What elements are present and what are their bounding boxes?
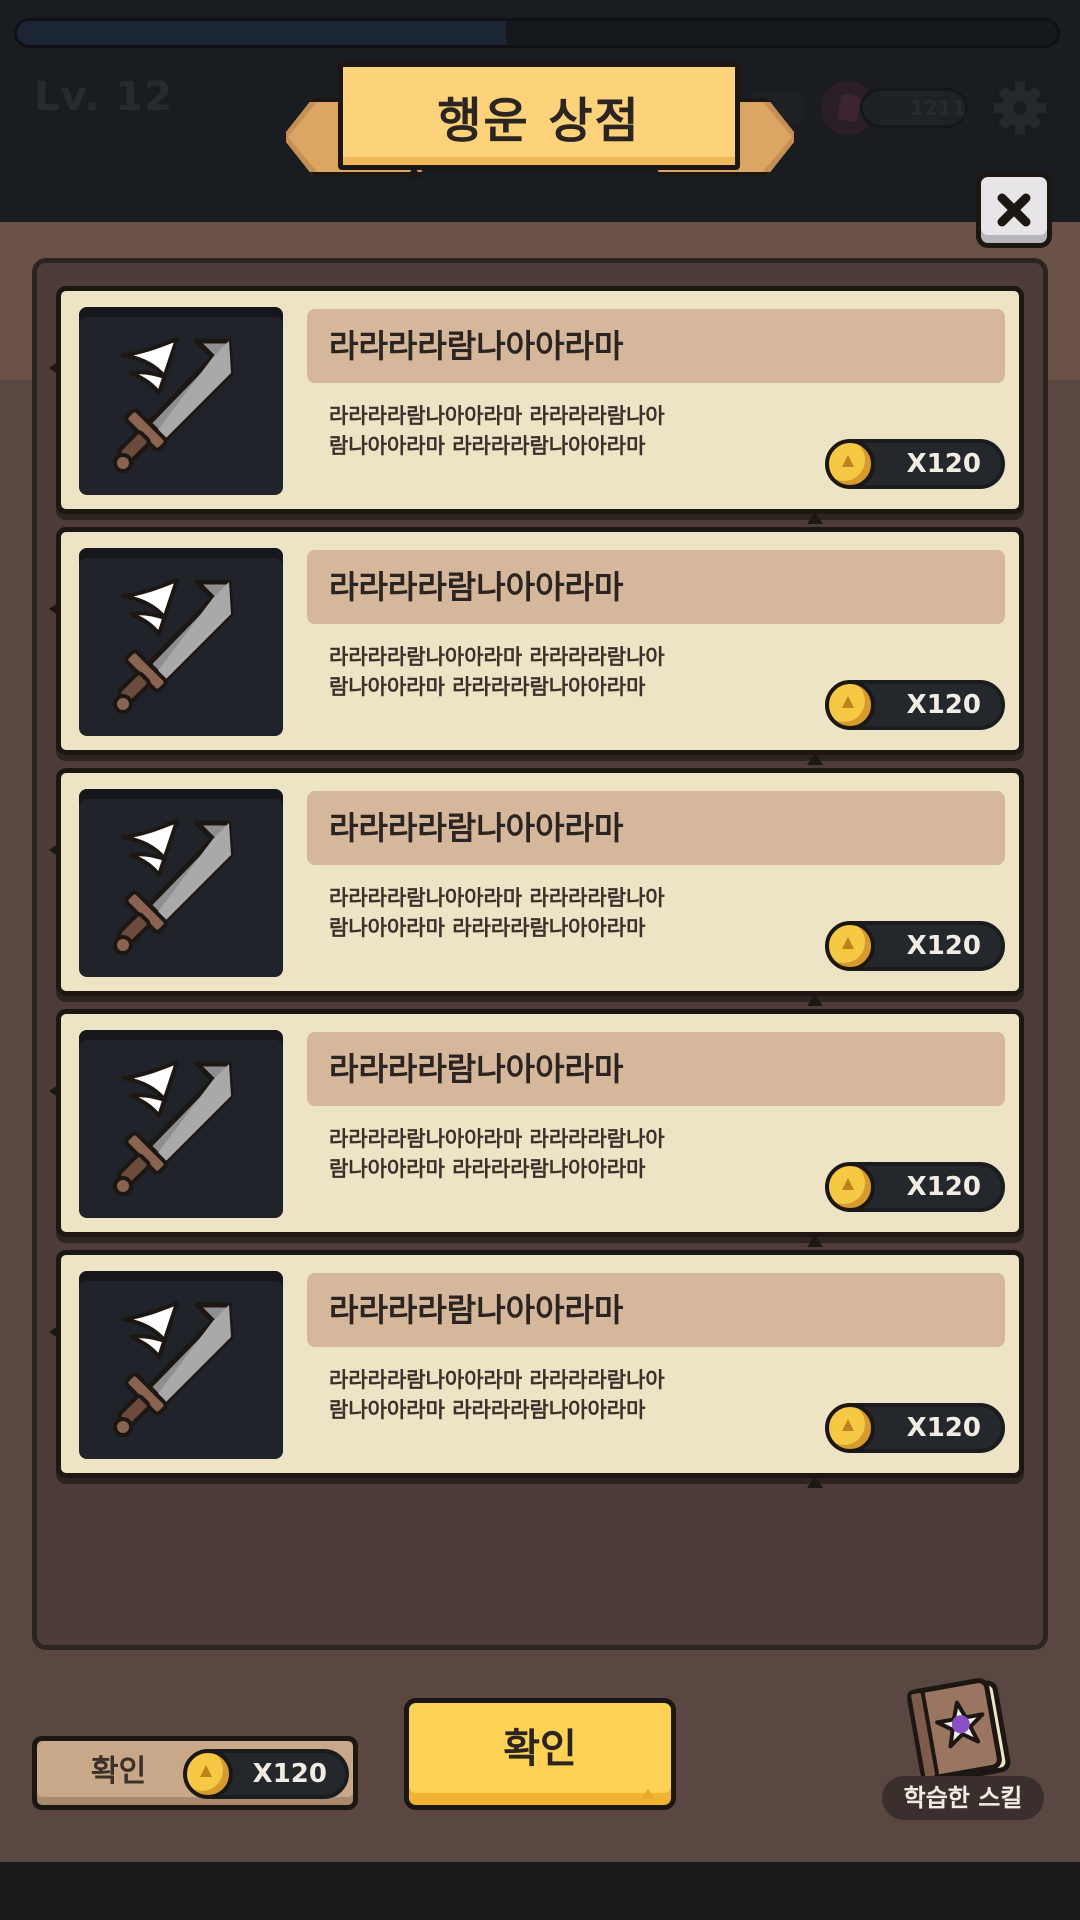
gear-icon[interactable] <box>990 78 1050 138</box>
item-thumbnail <box>79 1271 283 1459</box>
shop-item-card[interactable]: 라라라라람나아아라마라라라라람나아아라마 라라라라람나아람나아아라마 라라라라람… <box>49 1250 1024 1488</box>
item-price-button[interactable]: X120 <box>825 680 1005 730</box>
shop-item-card[interactable]: 라라라라람나아아라마라라라라람나아아라마 라라라라람나아람나아아라마 라라라라람… <box>49 286 1024 524</box>
item-description-line: 람나아아라마 라라라라람나아아라마 <box>329 916 646 940</box>
item-thumbnail <box>79 789 283 977</box>
item-description: 라라라라람나아아라마 라라라라람나아람나아아라마 라라라라람나아아라마 <box>329 1124 749 1184</box>
item-price-button[interactable]: X120 <box>825 439 1005 489</box>
refresh-cost-button[interactable]: 확인 X120 <box>32 1736 358 1810</box>
item-name: 라라라라람나아아라마 <box>329 809 624 847</box>
item-thumbnail <box>79 548 283 736</box>
item-name: 라라라라람나아아라마 <box>329 568 624 606</box>
item-name: 라라라라람나아아라마 <box>329 1050 624 1088</box>
item-price: X120 <box>906 931 981 961</box>
level-label: Lv. 12 <box>34 74 174 120</box>
item-description: 라라라라람나아아라마 라라라라람나아람나아아라마 라라라라람나아아라마 <box>329 1365 749 1425</box>
item-description: 라라라라람나아아라마 라라라라람나아람나아아라마 라라라라람나아아라마 <box>329 642 749 702</box>
confirm-button[interactable]: 확인 <box>404 1698 676 1810</box>
shop-title: 행운 상점 <box>437 93 641 149</box>
coin-icon <box>183 1749 233 1799</box>
close-icon <box>997 193 1031 227</box>
item-price-button[interactable]: X120 <box>825 921 1005 971</box>
confirm-button-label: 확인 <box>503 1726 577 1772</box>
item-description-line: 람나아아라마 라라라라람나아아라마 <box>329 675 646 699</box>
learned-skills-button[interactable]: 학습한 스킬 <box>882 1676 1044 1824</box>
coin-icon <box>825 439 875 489</box>
xp-bar-fill <box>17 21 506 45</box>
item-description: 라라라라람나아아라마 라라라라람나아람나아아라마 라라라라람나아아라마 <box>329 883 749 943</box>
learned-skills-label: 학습한 스킬 <box>903 1784 1023 1812</box>
spell-book-icon <box>907 1678 1011 1784</box>
xp-bar <box>14 18 1060 48</box>
item-description-line: 라라라라람나아아라마 라라라라람나아 <box>329 1368 665 1392</box>
item-thumbnail <box>79 1030 283 1218</box>
coin-icon <box>825 1162 875 1212</box>
coin-icon <box>825 680 875 730</box>
coin-icon <box>825 921 875 971</box>
energy-value: 1211 <box>910 96 966 120</box>
item-thumbnail <box>79 307 283 495</box>
item-price-button[interactable]: X120 <box>825 1403 1005 1453</box>
item-description: 라라라라람나아아라마 라라라라람나아람나아아라마 라라라라람나아아라마 <box>329 401 749 461</box>
refresh-cost-pill: X120 <box>183 1749 349 1799</box>
refresh-cost-value: X120 <box>252 1759 327 1789</box>
shop-item-card[interactable]: 라라라라람나아아라마라라라라람나아아라마 라라라라람나아람나아아라마 라라라라람… <box>49 1009 1024 1247</box>
item-price: X120 <box>906 1413 981 1443</box>
item-description-line: 람나아아라마 라라라라람나아아라마 <box>329 1157 646 1181</box>
item-description-line: 람나아아라마 라라라라람나아아라마 <box>329 434 646 458</box>
bottom-bar <box>0 1862 1080 1920</box>
item-price: X120 <box>906 1172 981 1202</box>
item-description-line: 람나아아라마 라라라라람나아아라마 <box>329 1398 646 1422</box>
item-price-button[interactable]: X120 <box>825 1162 1005 1212</box>
item-description-line: 라라라라람나아아라마 라라라라람나아 <box>329 404 665 428</box>
refresh-cost-label: 확인 <box>91 1754 147 1789</box>
shop-item-card[interactable]: 라라라라람나아아라마라라라라람나아아라마 라라라라람나아람나아아라마 라라라라람… <box>49 527 1024 765</box>
shop-title-banner: 행운 상점 <box>282 62 798 194</box>
close-button[interactable] <box>976 172 1052 248</box>
item-price: X120 <box>906 449 981 479</box>
coin-icon <box>825 1403 875 1453</box>
item-name: 라라라라람나아아라마 <box>329 327 624 365</box>
item-description-line: 라라라라람나아아라마 라라라라람나아 <box>329 1127 665 1151</box>
item-price: X120 <box>906 690 981 720</box>
item-description-line: 라라라라람나아아라마 라라라라람나아 <box>329 645 665 669</box>
item-description-line: 라라라라람나아아라마 라라라라람나아 <box>329 886 665 910</box>
shop-item-card[interactable]: 라라라라람나아아라마라라라라람나아아라마 라라라라람나아람나아아라마 라라라라람… <box>49 768 1024 1006</box>
item-name: 라라라라람나아아라마 <box>329 1291 624 1329</box>
